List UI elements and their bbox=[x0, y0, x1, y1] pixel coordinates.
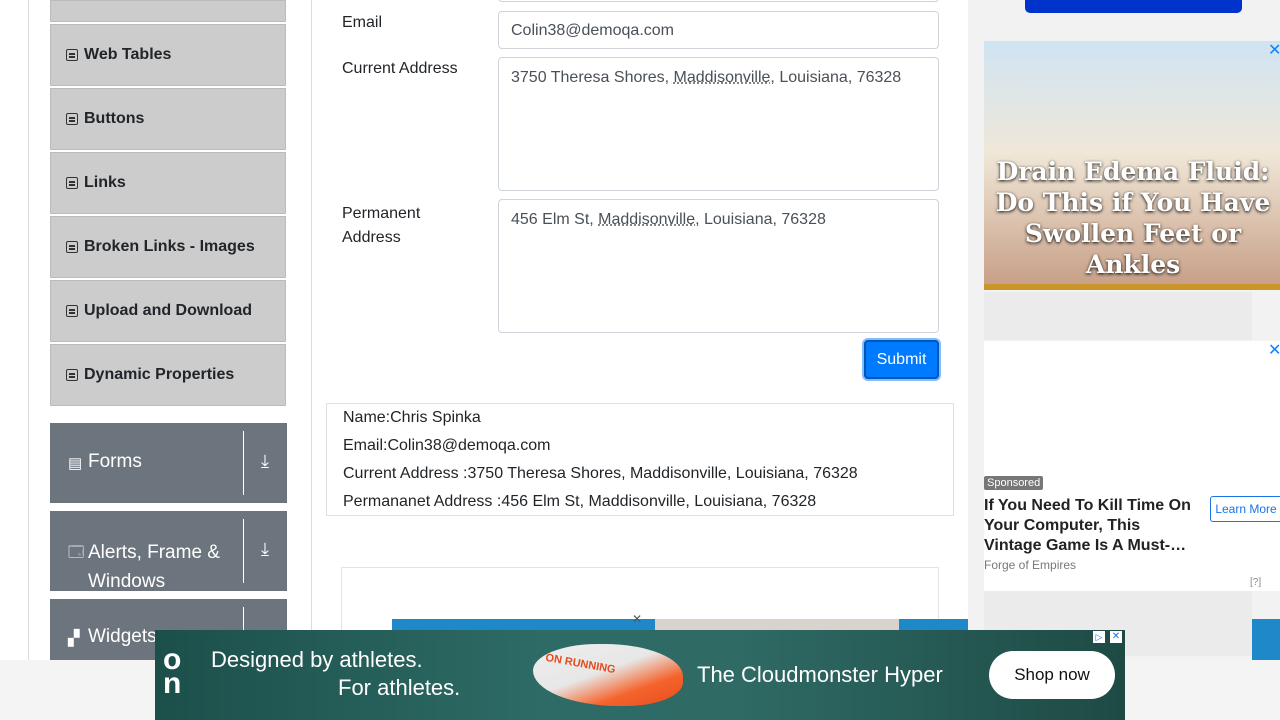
banner-product: The Cloudmonster Hyper bbox=[697, 662, 943, 687]
label-line: Address bbox=[342, 229, 401, 246]
text-part: , Louisiana, 76328 bbox=[695, 211, 826, 228]
ad-button-partial[interactable] bbox=[1025, 0, 1242, 13]
menu-item-label: Web Tables bbox=[84, 46, 172, 63]
ad-image-border bbox=[984, 284, 1280, 290]
previous-field-bottom bbox=[498, 0, 939, 2]
menu-item-label: Broken Links - Images bbox=[84, 238, 255, 255]
banner-text: Designed by athletes. bbox=[211, 647, 423, 672]
menu-item-icon bbox=[66, 241, 78, 253]
adchoices-icon[interactable]: [?] bbox=[1250, 577, 1261, 588]
current-address-label: Current Address bbox=[342, 60, 458, 77]
group-forms[interactable]: ▤ Forms ⤓ bbox=[50, 423, 287, 503]
ad-strip bbox=[1252, 619, 1280, 660]
window-icon: 🗔 bbox=[68, 544, 85, 561]
learn-more-button[interactable]: Learn More bbox=[1210, 496, 1280, 522]
ad-headline[interactable]: Drain Edema Fluid: Do This if You Have S… bbox=[986, 156, 1280, 280]
close-icon[interactable]: ✕ bbox=[1268, 40, 1280, 60]
menu-item-previous[interactable] bbox=[50, 0, 286, 22]
menu-item-label: Dynamic Properties bbox=[84, 366, 235, 383]
menu-item-dynamic-properties[interactable]: Dynamic Properties bbox=[50, 344, 286, 406]
text-part: Maddisonville bbox=[673, 69, 771, 86]
submit-button[interactable]: Submit bbox=[864, 340, 939, 379]
page-bottom-right bbox=[1125, 660, 1280, 720]
menu-item-label: Links bbox=[84, 174, 126, 191]
shoe-brand-text: ON RUNNING bbox=[544, 651, 617, 677]
divider bbox=[243, 431, 244, 495]
ad-pattern bbox=[984, 292, 1252, 340]
group-label: Forms bbox=[88, 451, 142, 472]
current-address-textarea[interactable]: 3750 Theresa Shores, Maddisonville, Loui… bbox=[498, 57, 939, 191]
close-icon[interactable]: ✕ bbox=[1268, 340, 1280, 360]
adchoices-icon[interactable]: ▷ bbox=[1093, 631, 1105, 643]
permanent-address-label: Permanent Address bbox=[342, 202, 420, 250]
menu-item-icon bbox=[66, 369, 78, 381]
label-line: Permanent bbox=[342, 205, 421, 222]
output-box: Name:Chris Spinka Email:Colin38@demoqa.c… bbox=[326, 403, 954, 516]
menu-item-web-tables[interactable]: Web Tables bbox=[50, 24, 286, 86]
menu-item-icon bbox=[66, 49, 78, 61]
shoe-image: ON RUNNING bbox=[533, 644, 683, 706]
download-icon[interactable]: ⤓ bbox=[261, 451, 269, 472]
widgets-icon: ▞ bbox=[68, 630, 80, 647]
output-name: Name:Chris Spinka bbox=[343, 409, 481, 426]
email-value: Colin38@demoqa.com bbox=[511, 22, 674, 39]
menu-item-icon bbox=[66, 113, 78, 125]
page-bottom-left bbox=[0, 660, 155, 720]
divider bbox=[243, 519, 244, 583]
permanent-address-textarea[interactable]: 456 Elm St, Maddisonville, Louisiana, 76… bbox=[498, 199, 939, 333]
menu-item-icon bbox=[66, 305, 78, 317]
menu-item-icon bbox=[66, 177, 78, 189]
output-email: Email:Colin38@demoqa.com bbox=[343, 437, 551, 454]
close-icon[interactable]: ✕ bbox=[632, 612, 642, 626]
text-part: 3750 Theresa Shores, bbox=[511, 69, 674, 86]
group-alerts-frame-windows[interactable]: 🗔 Alerts, Frame & Windows ⤓ bbox=[50, 511, 287, 592]
text-part: , Louisiana, 76328 bbox=[770, 69, 902, 86]
bottom-banner-ad[interactable]: on Designed by athletes. For athletes. O… bbox=[155, 630, 1125, 720]
ad-source: Forge of Empires bbox=[984, 558, 1077, 572]
group-label: Widgets bbox=[88, 626, 157, 647]
text-part: Maddisonville bbox=[598, 211, 696, 228]
menu-item-label: Buttons bbox=[84, 110, 145, 127]
group-label: Alerts, Frame & Windows bbox=[88, 542, 220, 592]
close-icon[interactable]: ✕ bbox=[1110, 631, 1122, 643]
menu-item-upload-download[interactable]: Upload and Download bbox=[50, 280, 286, 342]
ad-headline[interactable]: If You Need To Kill Time On Your Compute… bbox=[984, 496, 1196, 556]
output-current-address: Current Address :3750 Theresa Shores, Ma… bbox=[343, 465, 858, 482]
email-label: Email bbox=[342, 14, 383, 31]
text-part: 456 Elm St, bbox=[511, 211, 599, 228]
menu-item-label: Upload and Download bbox=[84, 302, 252, 319]
shop-now-button[interactable]: Shop now bbox=[989, 651, 1115, 699]
output-permanent-address: Permananet Address :456 Elm St, Maddison… bbox=[343, 493, 817, 510]
download-icon[interactable]: ⤓ bbox=[261, 539, 269, 560]
menu-item-buttons[interactable]: Buttons bbox=[50, 88, 286, 150]
banner-text: For athletes. bbox=[338, 675, 461, 700]
brand-logo-icon: on bbox=[163, 643, 182, 700]
form-icon: ▤ bbox=[68, 455, 83, 472]
email-field[interactable]: Colin38@demoqa.com bbox=[498, 11, 939, 49]
menu-item-broken-links[interactable]: Broken Links - Images bbox=[50, 216, 286, 278]
menu-item-links[interactable]: Links bbox=[50, 152, 286, 214]
sponsored-badge: Sponsored bbox=[984, 476, 1044, 490]
